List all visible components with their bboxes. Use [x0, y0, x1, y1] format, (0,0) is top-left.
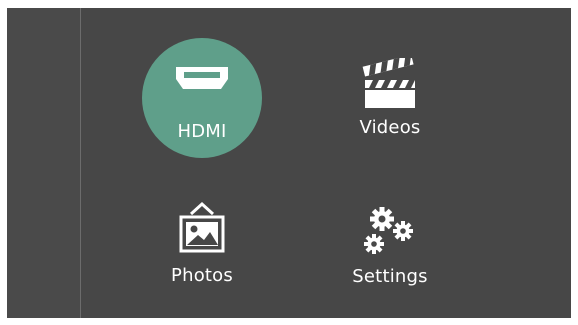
menu-item-videos[interactable]: Videos [330, 38, 450, 158]
picture-frame-icon [174, 199, 230, 261]
menu-item-settings[interactable]: Settings [330, 187, 450, 307]
vertical-divider [80, 8, 81, 318]
menu-item-label: Settings [352, 266, 428, 287]
gears-icon [359, 204, 421, 262]
menu-item-hdmi[interactable]: HDMI [142, 38, 262, 158]
menu-item-photos[interactable]: Photos [142, 187, 262, 307]
hdmi-port-icon [173, 64, 231, 98]
menu-item-label: Photos [171, 265, 233, 286]
left-rail [7, 8, 80, 318]
menu-item-label: HDMI [177, 121, 227, 142]
clapperboard-icon [361, 54, 419, 114]
home-screen: HDMI Videos Photos Settings [7, 8, 571, 318]
menu-item-label: Videos [359, 117, 421, 138]
